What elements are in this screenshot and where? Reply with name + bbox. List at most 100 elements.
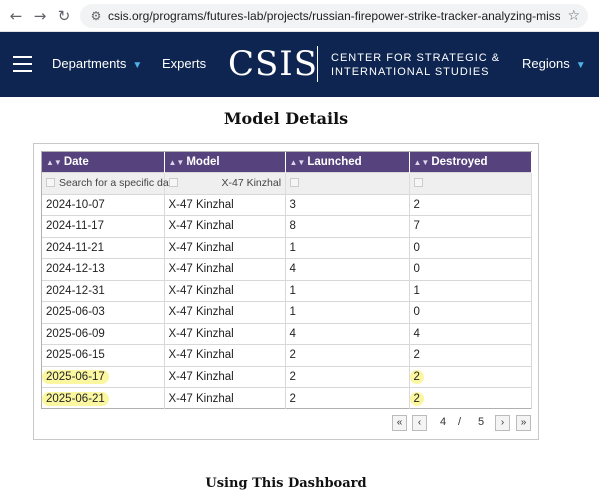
date-cell: 2025-06-15	[42, 344, 165, 366]
date-cell: 2025-06-17	[42, 365, 165, 388]
column-label: Destroyed	[431, 155, 488, 168]
logo-line-1: CENTER FOR STRATEGIC &	[331, 52, 501, 64]
checkbox[interactable]	[289, 178, 299, 188]
cell-text: X-47 Kinzhal	[168, 370, 234, 383]
logo[interactable]: CSIS	[228, 45, 318, 83]
model-filter-select[interactable]: X-47 Kinzhal	[164, 171, 286, 194]
cell-text: 2	[413, 349, 420, 362]
table-row: 2024-12-31 X-47 Kinzhal 1 1	[42, 279, 532, 302]
date-cell: 2024-12-31	[42, 279, 165, 302]
launched-cell: 4	[285, 258, 410, 280]
table-row: 2024-11-17 X-47 Kinzhal 8 7	[42, 215, 532, 237]
url-text[interactable]: csis.org/programs/futures-lab/projects/r…	[108, 8, 560, 24]
logo-line-2: INTERNATIONAL STUDIES	[331, 66, 490, 78]
sort-icon: ▲▼	[289, 157, 306, 167]
page-number-input[interactable]: 4	[440, 416, 446, 428]
launched-cell: 2	[285, 365, 410, 388]
sort-icon: ▲▼	[46, 157, 62, 167]
cell-text: X-47 Kinzhal	[168, 241, 234, 254]
column-header-destroyed[interactable]: ▲▼ Destroyed	[409, 152, 532, 172]
checkbox[interactable]	[46, 178, 55, 188]
destroyed-cell: 2	[409, 387, 532, 409]
page-total: 5	[478, 416, 485, 428]
checkbox[interactable]	[168, 178, 178, 188]
table-header-row: ▲▼ Date ▲▼ Model ▲▼ Launched ▲▼ Destroyed	[42, 152, 532, 172]
destroyed-filter[interactable]	[409, 171, 532, 194]
column-label: Launched	[307, 155, 362, 168]
table-row: 2024-10-07 X-47 Kinzhal 3 2	[42, 193, 532, 216]
launched-cell: 4	[285, 322, 410, 345]
cell-text: 1	[289, 306, 296, 319]
launched-cell: 2	[285, 344, 410, 366]
column-header-launched[interactable]: ▲▼ Launched	[285, 152, 410, 172]
cell-text: 2025-06-21	[42, 391, 109, 406]
reload-icon[interactable]: ↻	[54, 6, 74, 26]
cell-text: 2	[289, 370, 296, 383]
next-page-button[interactable]: ›	[495, 415, 510, 431]
arrow-left-icon[interactable]: ←	[6, 6, 26, 26]
cell-text: 3	[289, 198, 296, 211]
date-cell: 2025-06-09	[42, 322, 165, 345]
model-filter-value: X-47 Kinzhal	[221, 177, 282, 189]
table-row: 2025-06-03 X-47 Kinzhal 1 0	[42, 301, 532, 323]
destroyed-cell: 0	[409, 301, 532, 323]
checkbox[interactable]	[413, 178, 423, 188]
site-header: Departments ▼ Experts CSIS CENTER FOR STR…	[0, 32, 599, 97]
cell-text: 8	[289, 220, 296, 233]
arrow-right-icon[interactable]: →	[30, 6, 50, 26]
cell-text: 1	[413, 284, 420, 297]
page-separator: /	[458, 416, 462, 428]
cell-text: 1	[289, 241, 296, 254]
last-page-button[interactable]: »	[516, 415, 531, 431]
cell-text: 2	[413, 198, 420, 211]
launched-cell: 1	[285, 301, 410, 323]
table-row: 2025-06-09 X-47 Kinzhal 4 4	[42, 322, 532, 345]
cell-text: 2025-06-17	[42, 369, 109, 384]
prev-page-button[interactable]: ‹	[412, 415, 427, 431]
destroyed-cell: 2	[409, 365, 532, 388]
model-cell: X-47 Kinzhal	[164, 279, 286, 302]
destroyed-cell: 7	[409, 215, 532, 237]
cell-text: 2	[289, 349, 296, 362]
date-filter-input[interactable]: Search for a specific dat	[42, 171, 172, 194]
address-bar[interactable]: ⚙ csis.org/programs/futures-lab/projects…	[80, 4, 588, 28]
destroyed-cell: 0	[409, 258, 532, 280]
date-cell: 2024-12-13	[42, 258, 165, 280]
date-filter-placeholder: Search for a specific dat	[59, 177, 172, 189]
nav-departments[interactable]: Departments ▼	[52, 56, 142, 74]
cell-text: X-47 Kinzhal	[168, 327, 234, 340]
table-row: 2024-12-13 X-47 Kinzhal 4 0	[42, 258, 532, 280]
model-cell: X-47 Kinzhal	[164, 301, 286, 323]
filter-row: Search for a specific dat X-47 Kinzhal	[42, 171, 532, 194]
table-row: 2024-11-21 X-47 Kinzhal 1 0	[42, 236, 532, 259]
nav-experts[interactable]: Experts	[162, 56, 206, 72]
nav-label: Regions	[522, 56, 570, 71]
launched-filter[interactable]	[285, 171, 410, 194]
first-page-button[interactable]: «	[392, 415, 407, 431]
section-title: Using This Dashboard	[205, 476, 367, 491]
logo-subtitle: CENTER FOR STRATEGIC & INTERNATIONAL STU…	[331, 51, 500, 79]
nav-regions[interactable]: Regions ▼	[522, 56, 586, 74]
column-header-date[interactable]: ▲▼ Date	[42, 152, 165, 172]
table-row: 2025-06-17 X-47 Kinzhal 2 2	[42, 365, 532, 388]
logo-divider	[317, 46, 318, 82]
table-container: ▲▼ Date ▲▼ Model ▲▼ Launched ▲▼ Destroyed Se…	[41, 151, 532, 409]
hamburger-icon[interactable]	[13, 56, 32, 73]
model-details-panel: ▲▼ Date ▲▼ Model ▲▼ Launched ▲▼ Destroyed Se…	[33, 143, 539, 440]
cell-text: 2025-06-09	[46, 327, 105, 340]
site-info-icon[interactable]: ⚙	[88, 8, 104, 24]
date-cell: 2024-11-21	[42, 236, 165, 259]
cell-text: 1	[289, 284, 296, 297]
destroyed-cell: 4	[409, 322, 532, 345]
cell-text: X-47 Kinzhal	[168, 263, 234, 276]
destroyed-cell: 2	[409, 344, 532, 366]
column-header-model[interactable]: ▲▼ Model	[164, 152, 286, 172]
model-cell: X-47 Kinzhal	[164, 236, 286, 259]
page-title: Model Details	[223, 109, 349, 128]
star-icon[interactable]: ☆	[567, 7, 580, 25]
table-row: 2025-06-15 X-47 Kinzhal 2 2	[42, 344, 532, 366]
cell-text: 4	[289, 327, 296, 340]
nav-label: Departments	[52, 56, 127, 71]
model-cell: X-47 Kinzhal	[164, 258, 286, 280]
cell-text: X-47 Kinzhal	[168, 220, 234, 233]
